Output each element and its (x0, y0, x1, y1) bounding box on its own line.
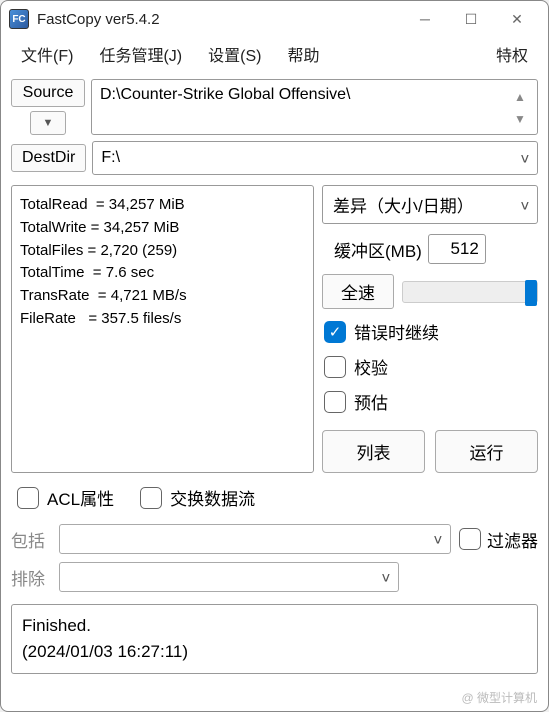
estimate-checkbox[interactable] (324, 391, 346, 413)
buffer-label: 缓冲区(MB) (334, 237, 422, 262)
source-scroll-up[interactable]: ▲ (511, 86, 529, 108)
destdir-input[interactable]: F:\ ⅴ (92, 141, 538, 175)
titlebar: FC FastCopy ver5.4.2 ─ ☐ ✕ (1, 1, 548, 37)
acl-checkbox[interactable] (17, 487, 39, 509)
watermark: @ 微型计算机 (461, 689, 537, 706)
status-log: Finished. (2024/01/03 16:27:11) (11, 604, 538, 674)
exclude-label: 排除 (11, 565, 51, 590)
destdir-text: F:\ (101, 149, 120, 167)
filter-label: 过滤器 (487, 527, 538, 552)
menu-file[interactable]: 文件(F) (9, 38, 85, 70)
maximize-button[interactable]: ☐ (448, 3, 494, 35)
acl-label: ACL属性 (47, 485, 114, 510)
filter-checkbox[interactable] (459, 528, 481, 550)
menu-help[interactable]: 帮助 (275, 38, 331, 70)
exclude-input[interactable]: ⅴ (59, 562, 399, 592)
source-path-text: D:\Counter-Strike Global Offensive\ (100, 86, 350, 104)
source-scroll-down[interactable]: ▼ (511, 108, 529, 130)
include-label: 包括 (11, 527, 51, 552)
altstream-label: 交换数据流 (170, 485, 255, 510)
chevron-down-icon[interactable]: ⅴ (382, 569, 390, 586)
window-title: FastCopy ver5.4.2 (37, 11, 402, 28)
chevron-down-icon[interactable]: ⅴ (434, 531, 442, 548)
verify-label: 校验 (354, 354, 388, 379)
chevron-down-icon: ⅴ (521, 196, 529, 213)
app-icon: FC (9, 9, 29, 29)
copy-mode-value: 差异（大小/日期） (333, 192, 474, 217)
source-history-drop[interactable]: ▼ (30, 111, 66, 135)
slider-thumb[interactable] (525, 280, 537, 306)
status-timestamp: (2024/01/03 16:27:11) (22, 639, 527, 665)
source-button[interactable]: Source (11, 79, 85, 107)
menu-jobs[interactable]: 任务管理(J) (87, 38, 194, 70)
copy-mode-select[interactable]: 差异（大小/日期） ⅴ (322, 185, 538, 224)
altstream-checkbox[interactable] (140, 487, 162, 509)
buffer-input[interactable]: 512 (428, 234, 486, 264)
list-button[interactable]: 列表 (322, 430, 425, 473)
speed-slider[interactable] (402, 281, 538, 303)
continue-on-error-label: 错误时继续 (354, 319, 439, 344)
menu-privilege[interactable]: 特权 (484, 38, 540, 70)
status-line: Finished. (22, 613, 527, 639)
menubar: 文件(F) 任务管理(J) 设置(S) 帮助 特权 (1, 37, 548, 71)
chevron-down-icon[interactable]: ⅴ (521, 150, 529, 167)
continue-on-error-checkbox[interactable]: ✓ (324, 321, 346, 343)
close-button[interactable]: ✕ (494, 3, 540, 35)
include-input[interactable]: ⅴ (59, 524, 451, 554)
verify-checkbox[interactable] (324, 356, 346, 378)
speed-button[interactable]: 全速 (322, 274, 394, 309)
source-path-input[interactable]: D:\Counter-Strike Global Offensive\ ▲ ▼ (91, 79, 538, 135)
run-button[interactable]: 运行 (435, 430, 538, 473)
menu-settings[interactable]: 设置(S) (196, 38, 273, 70)
stats-panel: TotalRead = 34,257 MiB TotalWrite = 34,2… (11, 185, 314, 473)
destdir-button[interactable]: DestDir (11, 144, 86, 172)
estimate-label: 预估 (354, 389, 388, 414)
minimize-button[interactable]: ─ (402, 3, 448, 35)
